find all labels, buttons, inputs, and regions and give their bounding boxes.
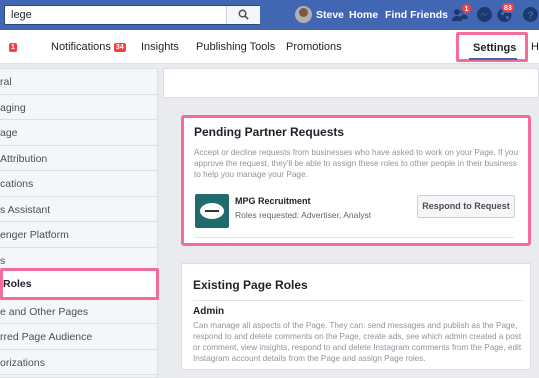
sidebar-item-ads-assistant[interactable]: s Assistant <box>0 197 157 222</box>
sidebar-item-edit-page[interactable]: age <box>0 120 157 146</box>
divider <box>194 237 514 238</box>
sidebar-item-people-and-other-pages[interactable]: e and Other Pages <box>0 299 157 324</box>
messages-button[interactable] <box>476 6 494 24</box>
tab-promotions[interactable]: Promotions <box>286 41 342 53</box>
search-input[interactable]: lege <box>4 5 260 25</box>
notifications-button[interactable]: 83 <box>496 2 515 24</box>
tab-insights[interactable]: Insights <box>141 41 179 53</box>
help-button[interactable]: ? <box>522 6 539 24</box>
tab-notifications[interactable]: Notifications 34 <box>51 41 126 53</box>
sidebar-item-general[interactable]: ral <box>0 69 157 95</box>
search-input-value: lege <box>11 9 32 21</box>
friend-requests-badge: 1 <box>461 3 472 14</box>
search-button[interactable] <box>226 6 260 24</box>
notifications-badge: 83 <box>501 2 515 13</box>
existing-roles-title: Existing Page Roles <box>193 278 308 292</box>
tab-publishing-tools[interactable]: Publishing Tools <box>196 41 275 53</box>
request-business-name[interactable]: MPG Recruitment <box>235 196 311 206</box>
sidebar-item-page-attribution[interactable]: Attribution <box>0 146 157 171</box>
profile-avatar[interactable] <box>295 6 312 23</box>
active-tab-indicator <box>469 58 517 60</box>
sidebar-item-page-roles[interactable]: Roles <box>0 268 159 300</box>
tab-notifications-badge: 34 <box>113 43 126 52</box>
request-roles: Roles requested: Advertiser, Analyst <box>235 210 372 220</box>
respond-to-request-button[interactable]: Respond to Request <box>417 195 515 218</box>
pending-requests-title: Pending Partner Requests <box>194 125 345 139</box>
help-icon: ? <box>523 7 538 22</box>
admin-role-title: Admin <box>193 306 225 317</box>
top-navigation-bar: lege Steve Home Find Friends 1 83 ? <box>0 0 539 30</box>
sidebar-item-messenger-platform[interactable]: enger Platform <box>0 222 157 248</box>
find-friends-link[interactable]: Find Friends <box>385 9 448 21</box>
profile-link[interactable]: Steve <box>316 9 344 21</box>
divider <box>193 300 523 301</box>
sidebar-item-preferred-page-audience[interactable]: rred Page Audience <box>0 324 157 350</box>
home-link[interactable]: Home <box>349 9 378 21</box>
svg-text:?: ? <box>528 11 534 22</box>
tab-settings[interactable]: Settings <box>456 32 528 62</box>
sidebar-item-notifications[interactable]: cations <box>0 171 157 197</box>
pending-partner-requests-card: Pending Partner Requests Accept or decli… <box>181 115 531 246</box>
settings-sidebar: ral aging age Attribution cations s Assi… <box>0 68 159 378</box>
messenger-icon <box>477 7 492 22</box>
tab-help[interactable]: H <box>531 41 539 53</box>
tab-inbox[interactable]: 1 <box>6 41 17 53</box>
sidebar-item-messaging[interactable]: aging <box>0 95 157 120</box>
admin-role-description: Can manage all aspects of the Page. They… <box>193 321 522 363</box>
pending-requests-description: Accept or decline requests from business… <box>194 148 519 179</box>
friend-requests-button[interactable]: 1 <box>451 3 472 24</box>
search-icon <box>238 9 249 20</box>
business-logo <box>195 194 229 228</box>
sidebar-item-authorizations[interactable]: orizations <box>0 350 157 375</box>
tab-settings-label: Settings <box>473 42 517 54</box>
settings-header-card <box>163 68 539 98</box>
existing-page-roles-card: Existing Page Roles Admin Can manage all… <box>181 263 531 370</box>
tab-inbox-badge: 1 <box>9 43 17 52</box>
